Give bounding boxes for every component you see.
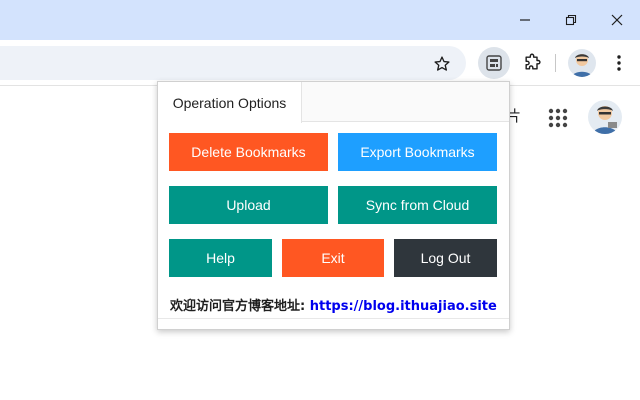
avatar-image	[588, 100, 622, 134]
restore-icon	[565, 14, 577, 26]
avatar	[568, 49, 596, 77]
title-bar	[0, 0, 640, 40]
upload-button[interactable]: Upload	[169, 186, 328, 224]
popup-tab-bar: Operation Options	[158, 82, 509, 123]
address-bar[interactable]	[0, 46, 466, 80]
sync-from-cloud-button[interactable]: Sync from Cloud	[338, 186, 497, 224]
browser-toolbar	[0, 40, 640, 86]
bookmark-extension-button[interactable]	[478, 47, 510, 79]
restore-button[interactable]	[548, 0, 594, 40]
blog-link[interactable]: https://blog.ithuajiao.site	[310, 299, 497, 314]
bookmark-star-button[interactable]	[430, 52, 454, 76]
footer-label: 欢迎访问官方博客地址:	[170, 299, 310, 314]
profile-avatar-button[interactable]	[568, 49, 596, 77]
blog-footer: 欢迎访问官方博客地址: https://blog.ithuajiao.site	[170, 295, 497, 314]
minimize-button[interactable]	[502, 0, 548, 40]
star-icon	[434, 56, 450, 71]
close-icon	[611, 14, 623, 26]
minimize-icon	[520, 19, 530, 21]
exit-button[interactable]: Exit	[282, 239, 384, 277]
page-account-avatar[interactable]	[588, 100, 622, 134]
logout-button[interactable]: Log Out	[394, 239, 497, 277]
bookmark-extension-icon	[486, 55, 502, 71]
close-window-button[interactable]	[594, 0, 640, 40]
footer-divider	[158, 318, 509, 319]
help-button[interactable]: Help	[169, 239, 272, 277]
puzzle-icon	[525, 53, 541, 70]
kebab-menu-icon	[617, 55, 621, 71]
apps-grid-icon[interactable]	[546, 106, 570, 130]
extension-popup: Operation Options Delete Bookmarks Expor…	[157, 81, 510, 330]
export-bookmarks-button[interactable]: Export Bookmarks	[338, 133, 497, 171]
toolbar-divider	[555, 54, 556, 72]
browser-menu-button[interactable]	[604, 48, 634, 78]
extensions-button[interactable]	[516, 47, 548, 79]
tab-operation-options[interactable]: Operation Options	[158, 82, 302, 123]
delete-bookmarks-button[interactable]: Delete Bookmarks	[169, 133, 328, 171]
